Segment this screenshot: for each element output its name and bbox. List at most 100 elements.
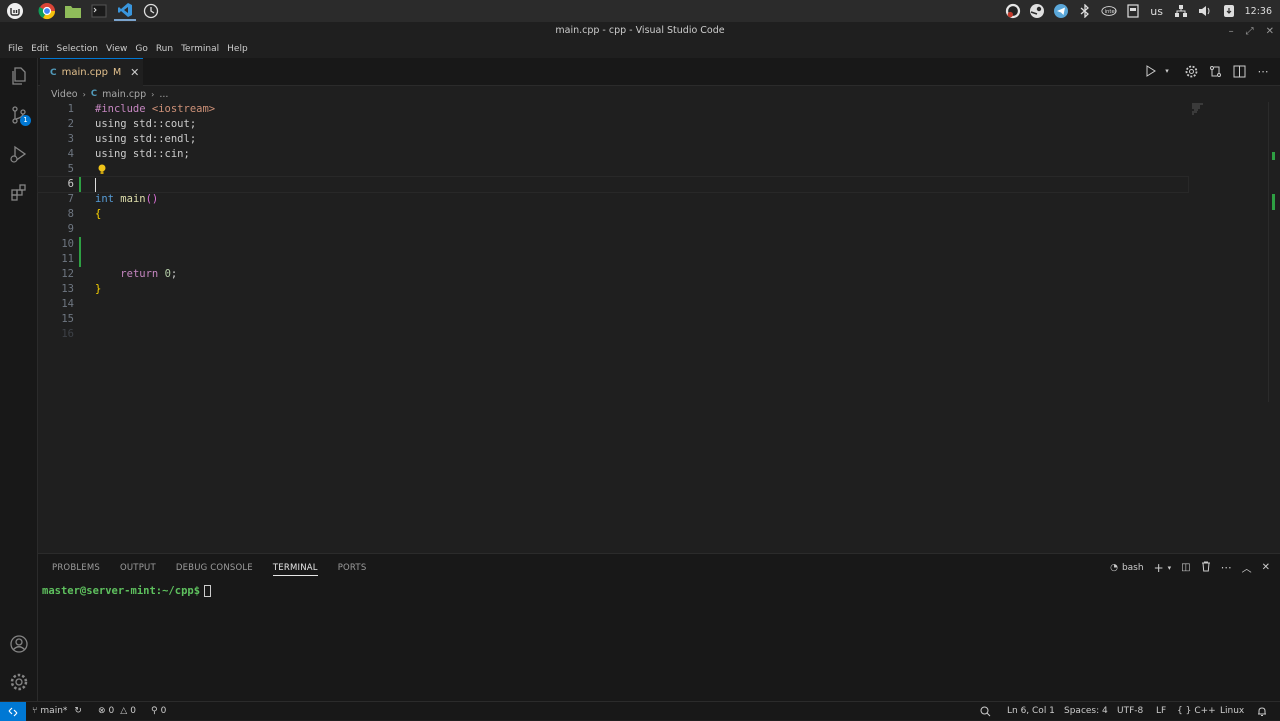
run-debug-icon[interactable] [7,142,31,166]
split-terminal-icon[interactable]: ◫ [1181,562,1190,573]
tab-terminal[interactable]: TERMINAL [272,560,318,576]
menu-run[interactable]: Run [152,40,177,58]
branch-indicator[interactable]: ⑂ main* ↻ [32,702,82,721]
zoom-icon[interactable] [980,702,991,721]
code-text: #include <iostream> [95,102,215,117]
chrome-icon[interactable] [36,1,58,21]
terminal-app-icon[interactable] [88,1,110,21]
cursor-position[interactable]: Ln 6, Col 1 [1007,702,1055,721]
editor-actions: ▾ ⋯ [1144,64,1270,78]
code-token: () [145,193,159,205]
minimize-icon[interactable]: – [1229,26,1234,37]
menu-go[interactable]: Go [131,40,151,58]
vscode-app-icon[interactable] [114,1,136,21]
more-actions-icon[interactable]: ⋯ [1256,64,1270,78]
panel-actions: ◔ bash + ▾ ◫ ⋯ ︿ ✕ [1110,560,1270,576]
platform[interactable]: Linux [1220,702,1244,721]
menu-terminal[interactable]: Terminal [177,40,223,58]
network-icon[interactable] [1173,3,1189,19]
restore-icon[interactable]: ⤢ [1246,26,1254,37]
chevron-down-icon[interactable]: ▾ [1168,564,1172,572]
chevron-right-icon: › [82,89,86,99]
language-mode[interactable]: { } C++ [1177,702,1216,721]
more-actions-icon[interactable]: ⋯ [1221,561,1232,574]
close-window-icon[interactable]: ✕ [1266,26,1274,37]
breadcrumb-more[interactable]: ... [159,89,168,100]
tab-main-cpp[interactable]: C main.cpp M ✕ [40,58,143,86]
breadcrumb-file[interactable]: main.cpp [102,89,146,100]
problems-indicator[interactable]: ⊗ 0 △ 0 [98,702,136,721]
source-control-icon[interactable]: 1 [7,103,31,127]
settings-gear-icon[interactable] [7,670,31,694]
activity-bar: 1 [0,58,38,701]
tab-modified-status: M [112,67,122,78]
code-line: 12 return 0; [38,267,1188,282]
clock[interactable]: 12:36 [1245,3,1272,19]
end-of-line[interactable]: LF [1156,702,1166,721]
notes-icon[interactable] [1125,3,1141,19]
code-editor[interactable]: 1 #include <iostream> 2 using std::cout;… [37,102,1280,547]
tab-label: main.cpp [61,67,108,78]
tab-close-icon[interactable]: ✕ [130,66,139,79]
sync-icon[interactable]: ↻ [74,702,82,721]
window-title: main.cpp - cpp - Visual Studio Code [0,22,1280,40]
line-number: 16 [61,328,74,340]
split-editor-icon[interactable] [1232,64,1246,78]
explorer-icon[interactable] [7,64,31,88]
run-dropdown-chevron-icon[interactable]: ▾ [1160,64,1174,78]
remote-window-icon[interactable] [0,702,26,721]
menu-view[interactable]: View [102,40,131,58]
error-icon: ⊗ [98,706,106,716]
terminal-output[interactable]: master@server-mint:~/cpp$ [42,585,212,597]
chevron-right-icon: › [151,89,155,99]
maximize-panel-chevron-up-icon[interactable]: ︿ [1242,560,1252,575]
obs-icon[interactable] [1005,3,1021,19]
line-number: 2 [67,118,74,130]
lightbulb-icon[interactable] [95,163,109,177]
close-panel-icon[interactable]: ✕ [1262,562,1270,573]
tab-ports[interactable]: PORTS [338,560,367,576]
scroll-change-marker [1272,152,1275,160]
volume-icon[interactable] [1197,3,1213,19]
mint-menu-icon[interactable] [4,1,26,21]
tab-problems[interactable]: PROBLEMS [52,560,100,576]
line-number: 12 [61,268,74,280]
timeshift-icon[interactable] [140,1,162,21]
warning-count: 0 [130,706,136,716]
menu-selection[interactable]: Selection [53,40,102,58]
extensions-icon[interactable] [7,180,31,204]
editor-scrollbar[interactable] [1268,102,1280,402]
intel-icon[interactable]: intel [1101,3,1117,19]
menu-edit[interactable]: Edit [27,40,52,58]
tab-debug-console[interactable]: DEBUG CONSOLE [176,560,253,576]
accounts-icon[interactable] [7,632,31,656]
code-line: 3 using std::endl; [38,132,1188,147]
encoding[interactable]: UTF-8 [1117,702,1143,721]
tab-output[interactable]: OUTPUT [120,560,156,576]
steam-icon[interactable] [1029,3,1045,19]
update-manager-icon[interactable] [1221,3,1237,19]
scroll-change-marker [1272,194,1275,210]
indentation[interactable]: Spaces: 4 [1064,702,1108,721]
new-terminal-icon[interactable]: + [1154,561,1164,575]
keyboard-layout-indicator[interactable]: us [1149,3,1165,19]
minimap[interactable] [1191,102,1207,116]
menu-help[interactable]: Help [223,40,252,58]
menu-file[interactable]: File [4,40,27,58]
configure-gear-icon[interactable] [1184,64,1198,78]
breadcrumb-folder[interactable]: Video [51,89,78,100]
system-tray: intel us 12:36 [1005,0,1272,22]
files-folder-icon[interactable] [62,1,84,21]
kill-terminal-trash-icon[interactable] [1201,561,1211,575]
cpp-file-icon: C [90,89,98,99]
run-file-icon[interactable] [1144,64,1158,78]
code-line: 16 [38,327,1188,342]
ports-icon: ⚲ [151,706,158,716]
ports-indicator[interactable]: ⚲ 0 [151,702,166,721]
open-changes-icon[interactable] [1208,64,1222,78]
notifications-bell-icon[interactable] [1257,702,1267,721]
code-line: 13 } [38,282,1188,297]
terminal-shell-selector[interactable]: ◔ bash [1110,563,1143,573]
telegram-icon[interactable] [1053,3,1069,19]
bluetooth-icon[interactable] [1077,3,1093,19]
